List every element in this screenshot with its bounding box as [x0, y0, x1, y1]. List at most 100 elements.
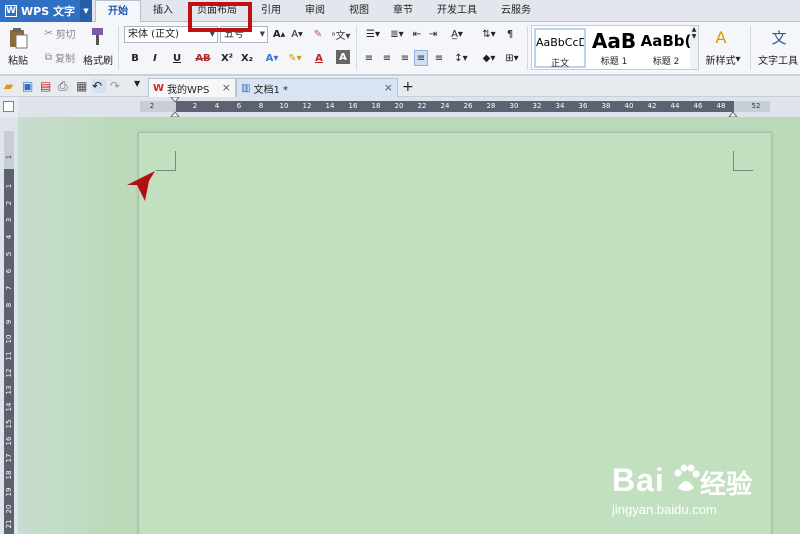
- subscript-button[interactable]: X₂: [238, 50, 256, 66]
- ruler-tick: 20: [394, 102, 404, 110]
- text-effect-icon[interactable]: A▾: [262, 50, 282, 66]
- doc-tab-label: 文档1 *: [253, 84, 288, 96]
- pdf-export-icon[interactable]: ▤: [40, 79, 54, 93]
- style-sample: AaBbCcD: [536, 36, 584, 49]
- strikethrough-button[interactable]: AB: [192, 50, 214, 66]
- title-bar: W WPS 文字 ▼ 开始 插入 页面布局 引用 审阅 视图 章节 开发工具 云…: [0, 0, 800, 22]
- save-icon[interactable]: ▣: [22, 79, 36, 93]
- ruler-tick: 13: [5, 385, 13, 395]
- tab-home[interactable]: 开始: [95, 0, 141, 22]
- highlight-annotation: [188, 2, 252, 32]
- cut-button[interactable]: ✂ 剪切: [40, 26, 80, 41]
- bold-button[interactable]: B: [128, 50, 142, 66]
- style-gallery: AaBbCcD 正文 AaB 标题 1 AaBb( 标题 2 ▲ ▼: [531, 25, 699, 70]
- red-arrow-icon: [127, 171, 155, 201]
- tab-section[interactable]: 章节: [381, 0, 425, 22]
- line-spacing-icon[interactable]: ↕▾: [450, 50, 472, 66]
- quick-access-dropdown-icon[interactable]: ▼: [134, 79, 148, 93]
- show-marks-icon[interactable]: ¶: [502, 26, 518, 43]
- increase-indent-icon[interactable]: ⇥: [426, 26, 440, 43]
- style-sample: AaBb(: [640, 32, 692, 50]
- font-family-value: 宋体 (正文): [128, 29, 179, 40]
- doc-tab-my-wps[interactable]: W 我的WPS ×: [148, 78, 236, 97]
- text-tools-icon[interactable]: 文: [768, 26, 790, 48]
- italic-button[interactable]: I: [148, 50, 162, 66]
- font-color-button[interactable]: A: [308, 50, 330, 66]
- new-tab-button[interactable]: +: [402, 79, 416, 95]
- new-style-button[interactable]: 新样式 ▾: [702, 52, 744, 67]
- close-icon[interactable]: ×: [222, 81, 231, 94]
- borders-icon[interactable]: ⊞▾: [502, 50, 522, 66]
- copy-label: 复制: [55, 53, 76, 65]
- watermark-url: jingyan.baidu.com: [612, 502, 717, 517]
- ruler-tick: 20: [5, 504, 13, 514]
- align-center-icon[interactable]: ≡: [380, 50, 394, 66]
- tab-developer[interactable]: 开发工具: [425, 0, 489, 22]
- superscript-button[interactable]: X²: [218, 50, 236, 66]
- group-divider: [527, 26, 528, 70]
- print-preview-icon[interactable]: ▦: [76, 79, 90, 93]
- ruler-tick: 8: [5, 302, 13, 308]
- undo-icon[interactable]: ↶: [92, 79, 106, 93]
- copy-button[interactable]: ⧉ 复制: [40, 50, 80, 65]
- tab-cloud[interactable]: 云服务: [489, 0, 543, 22]
- grow-font-icon[interactable]: A ▲: [272, 26, 286, 43]
- ruler-tick: 14: [5, 402, 13, 412]
- style-name: 标题 1: [600, 57, 628, 67]
- tab-references[interactable]: 引用: [249, 0, 293, 22]
- app-name: WPS 文字: [21, 5, 75, 18]
- tab-review[interactable]: 审阅: [293, 0, 337, 22]
- document-icon: ▥: [241, 82, 251, 94]
- cut-label: 剪切: [55, 29, 76, 41]
- app-menu-dropdown-icon[interactable]: ▼: [80, 0, 92, 22]
- ruler-tick: 1: [5, 183, 13, 189]
- format-painter-icon[interactable]: [88, 26, 106, 48]
- phonetic-guide-icon[interactable]: ᵃ文▾: [330, 26, 352, 43]
- text-direction-icon[interactable]: A̲▾: [446, 26, 468, 43]
- close-icon[interactable]: ×: [384, 81, 393, 94]
- paste-button[interactable]: 粘贴: [4, 52, 32, 67]
- indent-marker-icon[interactable]: [170, 97, 180, 117]
- decrease-indent-icon[interactable]: ⇤: [410, 26, 424, 43]
- gallery-scroll-icon[interactable]: ▲ ▼: [690, 26, 698, 69]
- redo-icon[interactable]: ↷: [110, 79, 124, 93]
- tab-view[interactable]: 视图: [337, 0, 381, 22]
- shading-icon[interactable]: ◆▾: [478, 50, 500, 66]
- style-normal[interactable]: AaBbCcD 正文: [534, 28, 586, 69]
- paste-icon[interactable]: [6, 26, 30, 50]
- align-left-icon[interactable]: ≡: [362, 50, 376, 66]
- justify-icon[interactable]: ≡: [414, 50, 428, 66]
- align-right-icon[interactable]: ≡: [398, 50, 412, 66]
- distributed-icon[interactable]: ≡: [432, 50, 446, 66]
- bullet-list-icon[interactable]: ☰▾: [362, 26, 384, 43]
- format-painter-button[interactable]: 格式刷: [82, 52, 114, 67]
- vertical-ruler[interactable]: 1 1 2 3 4 5 6 7 8 9 10 11 12 13 14 15 16…: [0, 117, 18, 534]
- new-style-icon[interactable]: A: [710, 26, 732, 48]
- copy-icon: ⧉: [44, 51, 53, 63]
- ruler-tick: 8: [258, 102, 264, 110]
- tab-insert[interactable]: 插入: [141, 0, 185, 22]
- sort-icon[interactable]: ⇅▾: [478, 26, 500, 43]
- ruler-tick: 40: [624, 102, 634, 110]
- underline-button[interactable]: U: [166, 50, 188, 66]
- char-shading-button[interactable]: A: [336, 50, 350, 64]
- highlight-color-icon[interactable]: ✎▾: [284, 50, 306, 66]
- horizontal-ruler[interactable]: 2 2 4 6 8 10 12 14 16 18 20 22 24 26 28 …: [18, 97, 800, 117]
- shrink-font-icon[interactable]: A ▼: [290, 26, 304, 43]
- numbered-list-icon[interactable]: ≣▾: [386, 26, 408, 43]
- tab-stop-selector-icon[interactable]: [3, 101, 14, 112]
- style-sample: AaB: [591, 29, 637, 53]
- doc-tab-document1[interactable]: ▥ 文档1 * ×: [236, 78, 398, 97]
- right-indent-marker-icon[interactable]: [728, 97, 738, 117]
- quick-access-bar: ▰ ▣ ▤ ⎙ ▦ ↶ ↷ ▼ W 我的WPS × ▥ 文档1 * × +: [0, 76, 800, 97]
- ruler-top-margin: [4, 131, 14, 169]
- clear-format-icon[interactable]: ✎: [310, 26, 326, 43]
- doc-tab-label: 我的WPS: [167, 84, 210, 96]
- print-icon[interactable]: ⎙: [58, 79, 72, 93]
- style-heading-1[interactable]: AaB 标题 1: [588, 28, 640, 68]
- ruler-tick: 17: [5, 453, 13, 463]
- text-tools-button[interactable]: 文字工具: [756, 52, 800, 67]
- app-menu-button[interactable]: W WPS 文字 ▼: [0, 0, 92, 22]
- open-folder-icon[interactable]: ▰: [4, 79, 18, 93]
- style-heading-2[interactable]: AaBb( 标题 2: [640, 28, 692, 68]
